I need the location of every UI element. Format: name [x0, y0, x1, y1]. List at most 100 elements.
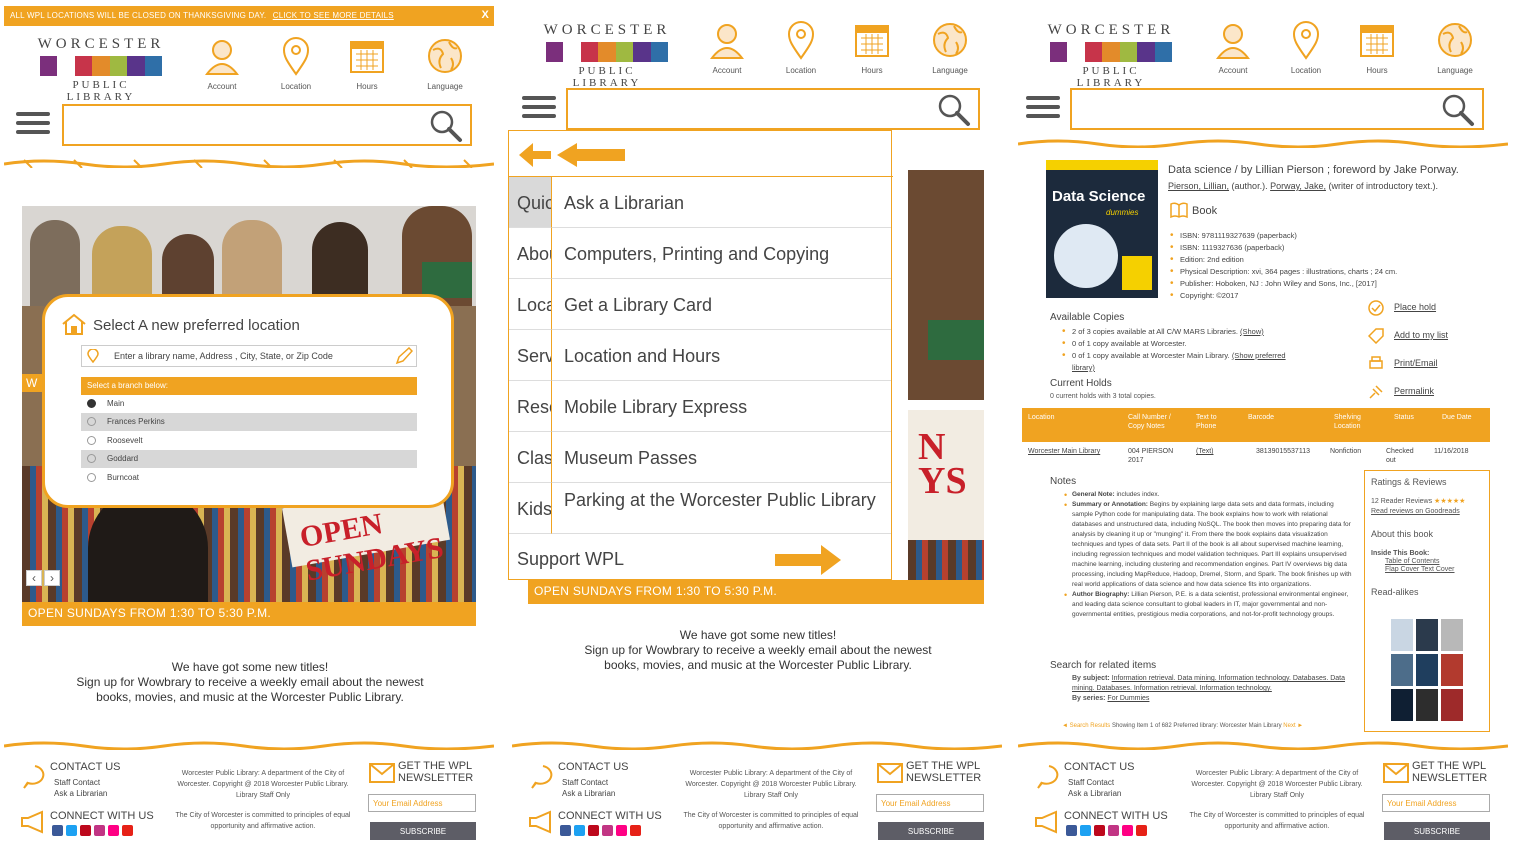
readalike-cover[interactable]	[1391, 619, 1413, 651]
twitter-icon[interactable]	[574, 825, 585, 836]
category-tab-quick[interactable]: Quick	[509, 177, 551, 228]
pinterest-icon[interactable]	[80, 825, 91, 836]
menu-item-parking[interactable]: Parking at the Worcester Public Library	[551, 483, 891, 534]
search-box[interactable]	[1070, 88, 1484, 130]
hours-nav[interactable]: Hours	[1342, 20, 1412, 75]
subscribe-button[interactable]: SUBSCRIBE	[1384, 822, 1490, 840]
instagram-icon[interactable]	[94, 825, 105, 836]
hours-nav[interactable]: Hours	[332, 36, 402, 91]
library-logo[interactable]: WORCESTER PUBLIC LIBRARY	[542, 22, 672, 89]
category-tab-kids[interactable]: Kids	[509, 483, 551, 534]
location-nav[interactable]: Location	[261, 36, 331, 91]
pinterest-icon[interactable]	[1094, 825, 1105, 836]
facebook-icon[interactable]	[52, 825, 63, 836]
menu-item-ask-a-librarian[interactable]: Ask a Librarian	[551, 177, 891, 228]
branch-option-goddard[interactable]: Goddard	[81, 450, 417, 468]
newsletter-email-input[interactable]: Your Email Address	[368, 794, 476, 812]
library-logo[interactable]: WORCESTER PUBLIC LIBRARY	[1046, 22, 1176, 89]
goodreads-link[interactable]: Read reviews on Goodreads	[1371, 507, 1460, 517]
back-arrow-icon[interactable]	[517, 139, 637, 171]
readalike-cover[interactable]	[1416, 619, 1438, 651]
place-hold-link[interactable]: Place hold	[1394, 302, 1436, 312]
pinterest-icon[interactable]	[588, 825, 599, 836]
ask-librarian-link[interactable]: Ask a Librarian	[54, 788, 107, 799]
cell-text-link[interactable]: (Text)	[1196, 447, 1214, 456]
menu-item-library-card[interactable]: Get a Library Card	[551, 279, 891, 330]
menu-item-support-wpl[interactable]: Support WPL	[509, 537, 893, 581]
facebook-icon[interactable]	[1066, 825, 1077, 836]
back-to-results-link[interactable]: ◄ Search Results	[1062, 723, 1110, 729]
category-tab-services[interactable]: Services	[509, 330, 551, 381]
author-link-porway[interactable]: Porway, Jake,	[1270, 181, 1326, 191]
newsletter-email-input[interactable]: Your Email Address	[1382, 794, 1490, 812]
carousel-prev-button[interactable]: ‹	[26, 570, 42, 586]
newsletter-email-input[interactable]: Your Email Address	[876, 794, 984, 812]
language-nav[interactable]: Language	[410, 36, 480, 91]
location-search-input[interactable]: Enter a library name, Address , City, St…	[81, 345, 417, 367]
permalink-link[interactable]: Permalink	[1394, 386, 1434, 396]
flickr-icon[interactable]	[616, 825, 627, 836]
ask-librarian-link[interactable]: Ask a Librarian	[1068, 788, 1121, 799]
category-tab-about[interactable]: About	[509, 228, 551, 279]
readalike-cover[interactable]	[1391, 654, 1413, 686]
show-link[interactable]: (Show)	[1240, 327, 1264, 336]
twitter-icon[interactable]	[1080, 825, 1091, 836]
category-tab-classes[interactable]: Classes	[509, 432, 551, 483]
staff-contact-link[interactable]: Staff Contact	[1068, 777, 1121, 788]
menu-item-mobile-library[interactable]: Mobile Library Express	[551, 381, 891, 432]
add-to-list-link[interactable]: Add to my list	[1394, 330, 1448, 340]
ask-librarian-link[interactable]: Ask a Librarian	[562, 788, 615, 799]
hero-banner[interactable]: OPEN SUNDAYS FROM 1:30 TO 5:30 P.M.	[528, 580, 984, 604]
author-link-pierson[interactable]: Pierson, Lillian,	[1168, 181, 1229, 191]
account-nav[interactable]: Account	[187, 36, 257, 91]
readalike-cover[interactable]	[1416, 689, 1438, 721]
instagram-icon[interactable]	[602, 825, 613, 836]
subscribe-button[interactable]: SUBSCRIBE	[370, 822, 476, 840]
hamburger-menu-button[interactable]	[16, 112, 50, 139]
instagram-icon[interactable]	[1108, 825, 1119, 836]
forward-arrow-icon[interactable]	[773, 543, 843, 577]
youtube-icon[interactable]	[630, 825, 641, 836]
location-nav[interactable]: Location	[1271, 20, 1341, 75]
flap-cover-link[interactable]: Flap Cover Text Cover	[1385, 565, 1455, 575]
twitter-icon[interactable]	[66, 825, 77, 836]
hours-nav[interactable]: Hours	[837, 20, 907, 75]
language-nav[interactable]: Language	[1420, 20, 1490, 75]
search-icon[interactable]	[936, 92, 972, 128]
account-nav[interactable]: Account	[1198, 20, 1268, 75]
facebook-icon[interactable]	[560, 825, 571, 836]
account-nav[interactable]: Account	[692, 20, 762, 75]
branch-option-burncoat[interactable]: Burncoat	[81, 469, 417, 487]
branch-option-frances-perkins[interactable]: Frances Perkins	[81, 413, 417, 431]
youtube-icon[interactable]	[122, 825, 133, 836]
readalike-cover[interactable]	[1391, 689, 1413, 721]
hamburger-menu-button[interactable]	[522, 96, 556, 123]
carousel-next-button[interactable]: ›	[44, 570, 60, 586]
library-logo[interactable]: WORCESTER PUBLIC LIBRARY	[36, 36, 166, 103]
subject-links[interactable]: Information retrieval. Data mining. Info…	[1072, 675, 1345, 692]
book-cover-image[interactable]: Data Science dummies	[1046, 160, 1158, 298]
youtube-icon[interactable]	[1136, 825, 1147, 836]
pencil-icon[interactable]	[395, 347, 413, 365]
search-box[interactable]	[62, 104, 472, 146]
readalike-cover[interactable]	[1441, 619, 1463, 651]
category-tab-resources[interactable]: Resources	[509, 381, 551, 432]
menu-item-computers-printing[interactable]: Computers, Printing and Copying	[551, 228, 891, 279]
next-result-link[interactable]: Next ►	[1283, 723, 1303, 729]
staff-contact-link[interactable]: Staff Contact	[562, 777, 615, 788]
series-link[interactable]: For Dummies	[1107, 695, 1149, 702]
cell-location-link[interactable]: Worcester Main Library	[1028, 447, 1100, 456]
readalike-cover[interactable]	[1441, 689, 1463, 721]
category-tab-locations[interactable]: Locations	[509, 279, 551, 330]
menu-item-location-hours[interactable]: Location and Hours	[551, 330, 891, 381]
search-icon[interactable]	[1440, 92, 1476, 128]
hero-banner[interactable]: OPEN SUNDAYS FROM 1:30 TO 5:30 P.M.	[22, 602, 476, 626]
branch-option-main[interactable]: Main	[81, 395, 417, 413]
readalike-cover[interactable]	[1441, 654, 1463, 686]
flickr-icon[interactable]	[1122, 825, 1133, 836]
language-nav[interactable]: Language	[915, 20, 985, 75]
hamburger-menu-button[interactable]	[1026, 96, 1060, 123]
search-icon[interactable]	[428, 108, 464, 144]
search-box[interactable]	[566, 88, 980, 130]
print-email-link[interactable]: Print/Email	[1394, 358, 1438, 368]
